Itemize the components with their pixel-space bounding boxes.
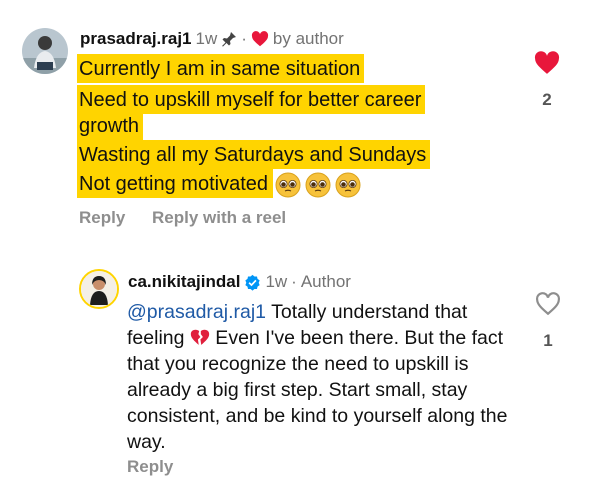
reply-time: 1w [265, 272, 288, 291]
commenter-avatar[interactable] [22, 28, 68, 74]
reply-button[interactable]: Reply [127, 457, 173, 477]
reply-avatar[interactable] [79, 269, 119, 309]
reply-username[interactable]: ca.nikitajindal [128, 272, 240, 292]
liked-by-author-label: by author [272, 29, 344, 48]
comment-line: growth [77, 111, 144, 140]
commenter-username[interactable]: prasadraj.raj1 [80, 29, 192, 49]
comment-line: Wasting all my Saturdays and Sundays [77, 140, 431, 169]
meta-separator: · [291, 272, 297, 291]
verified-badge-icon [244, 274, 261, 291]
reply-button[interactable]: Reply [79, 208, 125, 228]
heart-outline-icon [536, 292, 560, 316]
pleading-face-emoji [305, 172, 331, 198]
red-heart-icon [251, 31, 269, 47]
comment-time: 1w [195, 29, 218, 48]
reply-text: @prasadraj.raj1 Totally understand that … [127, 301, 508, 453]
comment-line: Currently I am in same situation [77, 54, 365, 83]
meta-separator: · [241, 29, 247, 48]
like-button[interactable] [535, 292, 561, 316]
author-label: Author [300, 272, 351, 291]
like-button[interactable] [534, 51, 560, 75]
reply-with-reel-button[interactable]: Reply with a reel [152, 208, 286, 228]
heart-filled-icon [534, 51, 560, 74]
comment-line: Need to upskill myself for better career [77, 85, 426, 114]
like-count: 2 [542, 90, 552, 109]
mention-link[interactable]: @prasadraj.raj1 [127, 301, 266, 323]
pin-icon [221, 31, 237, 47]
comment-line-with-emoji: Not getting motivated [77, 169, 361, 199]
broken-heart-emoji [190, 327, 210, 347]
pleading-face-emoji [335, 172, 361, 198]
pleading-face-emoji [275, 172, 301, 198]
like-count: 1 [543, 331, 553, 350]
